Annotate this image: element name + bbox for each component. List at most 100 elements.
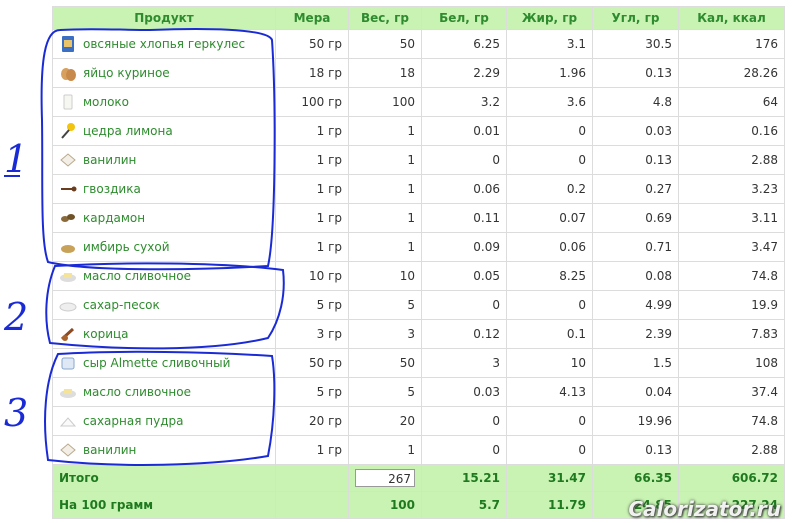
- kcal-cell: 7.83: [678, 319, 785, 349]
- fat-cell: 0: [506, 145, 593, 175]
- per100-label: На 100 грамм: [52, 491, 276, 519]
- fat-cell: 1.96: [506, 58, 593, 88]
- total-row: Итого 267 15.21 31.47 66.35 606.72: [52, 464, 785, 492]
- total-kcal: 606.72: [678, 464, 785, 492]
- cardamom-icon: [59, 209, 77, 227]
- fat-cell: 3.6: [506, 87, 593, 117]
- product-cell[interactable]: сахар-песок: [52, 290, 276, 320]
- table-row: масло сливочное 5 гр 5 0.03 4.13 0.04 37.4: [52, 377, 785, 407]
- measure-cell: 3 гр: [275, 319, 349, 349]
- product-name-link[interactable]: ванилин: [83, 153, 136, 167]
- table-row: яйцо куриное 18 гр 18 2.29 1.96 0.13 28.26: [52, 58, 785, 88]
- product-cell[interactable]: ванилин: [52, 435, 276, 465]
- total-carbs: 66.35: [592, 464, 679, 492]
- butter-icon: [59, 383, 77, 401]
- cinnamon-icon: [59, 325, 77, 343]
- product-name-link[interactable]: овсяные хлопья геркулес: [83, 37, 245, 51]
- carbs-cell: 0.69: [592, 203, 679, 233]
- measure-cell: 1 гр: [275, 116, 349, 146]
- protein-cell: 0.12: [421, 319, 507, 349]
- product-cell[interactable]: яйцо куриное: [52, 58, 276, 88]
- header-measure[interactable]: Мера: [275, 6, 349, 30]
- weight-cell: 50: [348, 29, 422, 59]
- kcal-cell: 3.23: [678, 174, 785, 204]
- egg-icon: [59, 64, 77, 82]
- per100-protein: 5.7: [421, 491, 507, 519]
- annotation-number-2: 2: [3, 295, 28, 339]
- product-cell[interactable]: молоко: [52, 87, 276, 117]
- header-product[interactable]: Продукт: [52, 6, 276, 30]
- product-cell[interactable]: сыр Almette сливочный: [52, 348, 276, 378]
- weight-cell: 5: [348, 290, 422, 320]
- protein-cell: 0.11: [421, 203, 507, 233]
- product-name-link[interactable]: масло сливочное: [83, 269, 191, 283]
- product-cell[interactable]: имбирь сухой: [52, 232, 276, 262]
- per100-weight: 100: [348, 491, 422, 519]
- product-name-link[interactable]: молоко: [83, 95, 129, 109]
- measure-cell: 50 гр: [275, 348, 349, 378]
- weight-cell: 50: [348, 348, 422, 378]
- carbs-cell: 0.13: [592, 145, 679, 175]
- total-measure-empty: [275, 464, 349, 492]
- measure-cell: 20 гр: [275, 406, 349, 436]
- product-cell[interactable]: сахарная пудра: [52, 406, 276, 436]
- product-name-link[interactable]: сыр Almette сливочный: [83, 356, 230, 370]
- fat-cell: 0.07: [506, 203, 593, 233]
- protein-cell: 0.09: [421, 232, 507, 262]
- product-name-link[interactable]: имбирь сухой: [83, 240, 170, 254]
- table-row: сахар-песок 5 гр 5 0 0 4.99 19.9: [52, 290, 785, 320]
- product-name-link[interactable]: ванилин: [83, 443, 136, 457]
- kcal-cell: 74.8: [678, 406, 785, 436]
- product-cell[interactable]: цедра лимона: [52, 116, 276, 146]
- weight-cell: 100: [348, 87, 422, 117]
- protein-cell: 3: [421, 348, 507, 378]
- table-row: ванилин 1 гр 1 0 0 0.13 2.88: [52, 435, 785, 465]
- carbs-cell: 0.27: [592, 174, 679, 204]
- clove-icon: [59, 180, 77, 198]
- protein-cell: 0: [421, 290, 507, 320]
- product-cell[interactable]: масло сливочное: [52, 261, 276, 291]
- header-carbs[interactable]: Угл, гр: [592, 6, 679, 30]
- header-kcal[interactable]: Кал, ккал: [678, 6, 785, 30]
- product-cell[interactable]: корица: [52, 319, 276, 349]
- table-row: молоко 100 гр 100 3.2 3.6 4.8 64: [52, 87, 785, 117]
- fat-cell: 0: [506, 435, 593, 465]
- product-name-link[interactable]: гвоздика: [83, 182, 141, 196]
- kcal-cell: 64: [678, 87, 785, 117]
- annotation-number-3: 3: [4, 391, 28, 435]
- product-name-link[interactable]: яйцо куриное: [83, 66, 170, 80]
- carbs-cell: 19.96: [592, 406, 679, 436]
- fat-cell: 8.25: [506, 261, 593, 291]
- kcal-cell: 74.8: [678, 261, 785, 291]
- header-protein[interactable]: Бел, гр: [421, 6, 507, 30]
- product-cell[interactable]: гвоздика: [52, 174, 276, 204]
- carbs-cell: 4.8: [592, 87, 679, 117]
- product-cell[interactable]: кардамон: [52, 203, 276, 233]
- header-fat[interactable]: Жир, гр: [506, 6, 593, 30]
- ginger-powder-icon: [59, 238, 77, 256]
- weight-cell: 10: [348, 261, 422, 291]
- total-weight-field[interactable]: 267: [355, 469, 415, 487]
- protein-cell: 0: [421, 435, 507, 465]
- carbs-cell: 0.04: [592, 377, 679, 407]
- measure-cell: 1 гр: [275, 232, 349, 262]
- product-name-link[interactable]: сахар-песок: [83, 298, 160, 312]
- header-weight[interactable]: Вес, гр: [348, 6, 422, 30]
- table-row: цедра лимона 1 гр 1 0.01 0 0.03 0.16: [52, 116, 785, 146]
- product-name-link[interactable]: сахарная пудра: [83, 414, 183, 428]
- protein-cell: 2.29: [421, 58, 507, 88]
- kcal-cell: 3.11: [678, 203, 785, 233]
- product-name-link[interactable]: масло сливочное: [83, 385, 191, 399]
- product-name-link[interactable]: цедра лимона: [83, 124, 173, 138]
- kcal-cell: 2.88: [678, 145, 785, 175]
- product-cell[interactable]: масло сливочное: [52, 377, 276, 407]
- product-name-link[interactable]: корица: [83, 327, 129, 341]
- product-cell[interactable]: овсяные хлопья геркулес: [52, 29, 276, 59]
- weight-cell: 1: [348, 145, 422, 175]
- product-cell[interactable]: ванилин: [52, 145, 276, 175]
- protein-cell: 0.03: [421, 377, 507, 407]
- product-name-link[interactable]: кардамон: [83, 211, 145, 225]
- carbs-cell: 0.03: [592, 116, 679, 146]
- kcal-cell: 108: [678, 348, 785, 378]
- kcal-cell: 0.16: [678, 116, 785, 146]
